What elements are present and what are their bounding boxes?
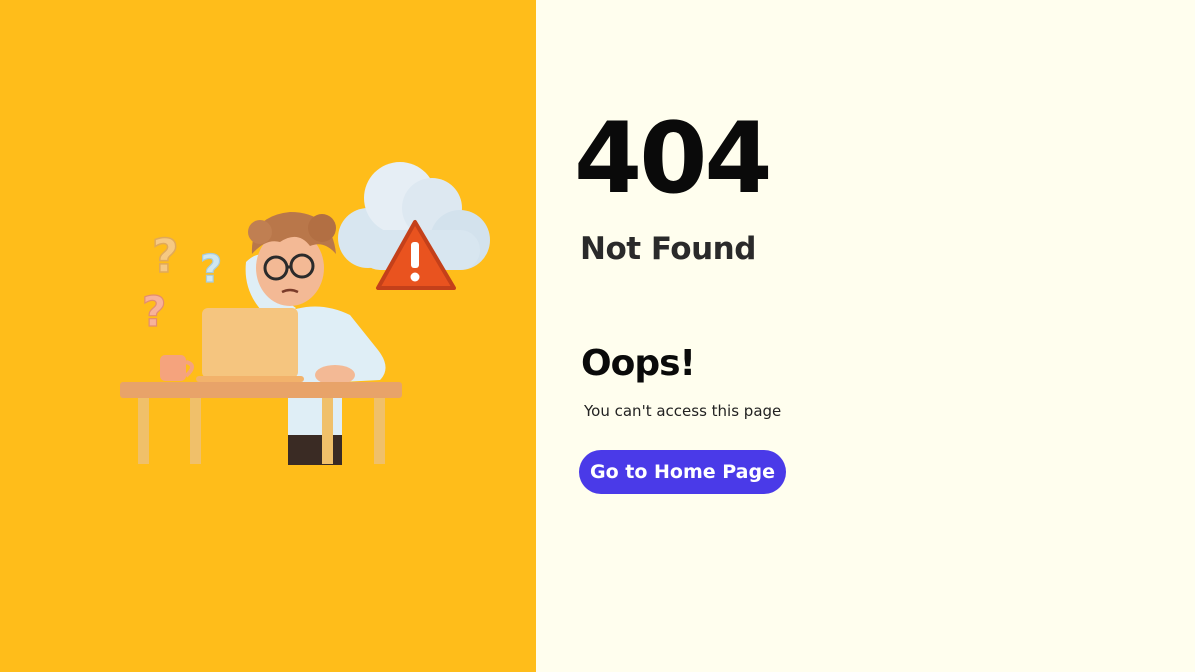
error-content-panel: 404 Not Found Oops! You can't access thi…	[536, 0, 1195, 672]
svg-text:?: ?	[200, 247, 222, 291]
illustration-panel: ? ? ?	[0, 0, 536, 672]
error-headline: Oops!	[581, 343, 696, 384]
error-title: Not Found	[580, 231, 756, 267]
confused-person-at-laptop-icon: ? ? ?	[120, 162, 490, 465]
go-home-button[interactable]: Go to Home Page	[579, 450, 786, 494]
error-message: You can't access this page	[584, 402, 782, 420]
mug-icon	[160, 355, 194, 381]
cloud-warning-icon	[338, 162, 490, 290]
svg-text:?: ?	[142, 287, 166, 336]
svg-text:?: ?	[152, 229, 179, 283]
desk-icon	[120, 382, 402, 464]
laptop-icon	[196, 308, 304, 382]
error-code: 404	[574, 102, 773, 216]
